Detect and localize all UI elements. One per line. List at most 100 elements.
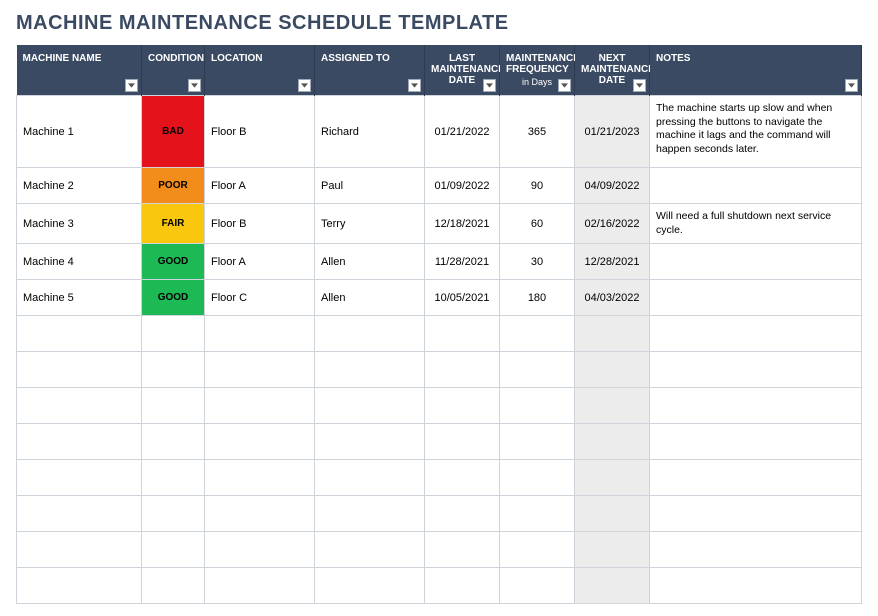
cell-last_date[interactable]: 01/21/2022 xyxy=(425,96,500,168)
cell-empty[interactable] xyxy=(142,568,205,604)
cell-empty[interactable] xyxy=(315,460,425,496)
cell-empty[interactable] xyxy=(500,568,575,604)
cell-empty[interactable] xyxy=(142,316,205,352)
cell-empty[interactable] xyxy=(650,316,862,352)
cell-last_date[interactable]: 11/28/2021 xyxy=(425,244,500,280)
cell-location[interactable]: Floor A xyxy=(205,244,315,280)
cell-empty[interactable] xyxy=(650,568,862,604)
cell-empty[interactable] xyxy=(425,388,500,424)
cell-empty[interactable] xyxy=(500,532,575,568)
cell-notes[interactable]: The machine starts up slow and when pres… xyxy=(650,96,862,168)
cell-machine_name[interactable]: Machine 3 xyxy=(17,204,142,244)
cell-empty[interactable] xyxy=(17,532,142,568)
cell-empty[interactable] xyxy=(575,316,650,352)
cell-condition[interactable]: GOOD xyxy=(142,244,205,280)
filter-dropdown-icon[interactable] xyxy=(408,79,421,92)
cell-location[interactable]: Floor A xyxy=(205,168,315,204)
cell-empty[interactable] xyxy=(17,352,142,388)
cell-frequency[interactable]: 365 xyxy=(500,96,575,168)
cell-empty[interactable] xyxy=(17,496,142,532)
cell-empty[interactable] xyxy=(575,352,650,388)
cell-empty[interactable] xyxy=(650,460,862,496)
cell-empty[interactable] xyxy=(17,424,142,460)
cell-empty[interactable] xyxy=(425,496,500,532)
cell-empty[interactable] xyxy=(425,460,500,496)
cell-empty[interactable] xyxy=(425,424,500,460)
cell-empty[interactable] xyxy=(575,568,650,604)
cell-last_date[interactable]: 12/18/2021 xyxy=(425,204,500,244)
cell-notes[interactable] xyxy=(650,244,862,280)
cell-empty[interactable] xyxy=(315,568,425,604)
cell-condition[interactable]: BAD xyxy=(142,96,205,168)
cell-empty[interactable] xyxy=(142,496,205,532)
cell-location[interactable]: Floor B xyxy=(205,96,315,168)
cell-machine_name[interactable]: Machine 4 xyxy=(17,244,142,280)
cell-empty[interactable] xyxy=(575,388,650,424)
cell-empty[interactable] xyxy=(17,316,142,352)
cell-assigned_to[interactable]: Richard xyxy=(315,96,425,168)
cell-empty[interactable] xyxy=(575,532,650,568)
cell-empty[interactable] xyxy=(315,532,425,568)
cell-empty[interactable] xyxy=(205,388,315,424)
cell-empty[interactable] xyxy=(205,352,315,388)
cell-last_date[interactable]: 10/05/2021 xyxy=(425,280,500,316)
cell-empty[interactable] xyxy=(17,568,142,604)
cell-next_date[interactable]: 04/09/2022 xyxy=(575,168,650,204)
cell-next_date[interactable]: 02/16/2022 xyxy=(575,204,650,244)
cell-empty[interactable] xyxy=(205,496,315,532)
cell-empty[interactable] xyxy=(425,532,500,568)
cell-machine_name[interactable]: Machine 5 xyxy=(17,280,142,316)
cell-empty[interactable] xyxy=(142,532,205,568)
cell-empty[interactable] xyxy=(575,460,650,496)
cell-notes[interactable] xyxy=(650,280,862,316)
cell-empty[interactable] xyxy=(205,532,315,568)
filter-dropdown-icon[interactable] xyxy=(845,79,858,92)
filter-dropdown-icon[interactable] xyxy=(558,79,571,92)
cell-assigned_to[interactable]: Allen xyxy=(315,280,425,316)
cell-empty[interactable] xyxy=(650,424,862,460)
cell-empty[interactable] xyxy=(17,388,142,424)
cell-empty[interactable] xyxy=(142,352,205,388)
cell-empty[interactable] xyxy=(142,424,205,460)
cell-empty[interactable] xyxy=(315,388,425,424)
cell-empty[interactable] xyxy=(205,460,315,496)
cell-empty[interactable] xyxy=(142,460,205,496)
cell-empty[interactable] xyxy=(17,460,142,496)
cell-notes[interactable]: Will need a full shutdown next service c… xyxy=(650,204,862,244)
cell-empty[interactable] xyxy=(315,316,425,352)
cell-notes[interactable] xyxy=(650,168,862,204)
cell-machine_name[interactable]: Machine 2 xyxy=(17,168,142,204)
cell-location[interactable]: Floor B xyxy=(205,204,315,244)
cell-frequency[interactable]: 90 xyxy=(500,168,575,204)
cell-empty[interactable] xyxy=(205,424,315,460)
cell-assigned_to[interactable]: Terry xyxy=(315,204,425,244)
filter-dropdown-icon[interactable] xyxy=(188,79,201,92)
cell-empty[interactable] xyxy=(500,496,575,532)
cell-last_date[interactable]: 01/09/2022 xyxy=(425,168,500,204)
cell-condition[interactable]: FAIR xyxy=(142,204,205,244)
cell-empty[interactable] xyxy=(315,496,425,532)
cell-next_date[interactable]: 01/21/2023 xyxy=(575,96,650,168)
cell-machine_name[interactable]: Machine 1 xyxy=(17,96,142,168)
cell-next_date[interactable]: 12/28/2021 xyxy=(575,244,650,280)
filter-dropdown-icon[interactable] xyxy=(483,79,496,92)
cell-empty[interactable] xyxy=(425,316,500,352)
cell-empty[interactable] xyxy=(142,388,205,424)
cell-empty[interactable] xyxy=(205,316,315,352)
cell-empty[interactable] xyxy=(315,352,425,388)
cell-empty[interactable] xyxy=(500,352,575,388)
cell-assigned_to[interactable]: Paul xyxy=(315,168,425,204)
cell-empty[interactable] xyxy=(500,424,575,460)
cell-location[interactable]: Floor C xyxy=(205,280,315,316)
cell-frequency[interactable]: 180 xyxy=(500,280,575,316)
cell-empty[interactable] xyxy=(650,496,862,532)
filter-dropdown-icon[interactable] xyxy=(125,79,138,92)
cell-empty[interactable] xyxy=(205,568,315,604)
cell-empty[interactable] xyxy=(650,532,862,568)
filter-dropdown-icon[interactable] xyxy=(298,79,311,92)
cell-empty[interactable] xyxy=(500,316,575,352)
cell-empty[interactable] xyxy=(425,568,500,604)
cell-condition[interactable]: POOR xyxy=(142,168,205,204)
cell-frequency[interactable]: 60 xyxy=(500,204,575,244)
cell-empty[interactable] xyxy=(500,388,575,424)
